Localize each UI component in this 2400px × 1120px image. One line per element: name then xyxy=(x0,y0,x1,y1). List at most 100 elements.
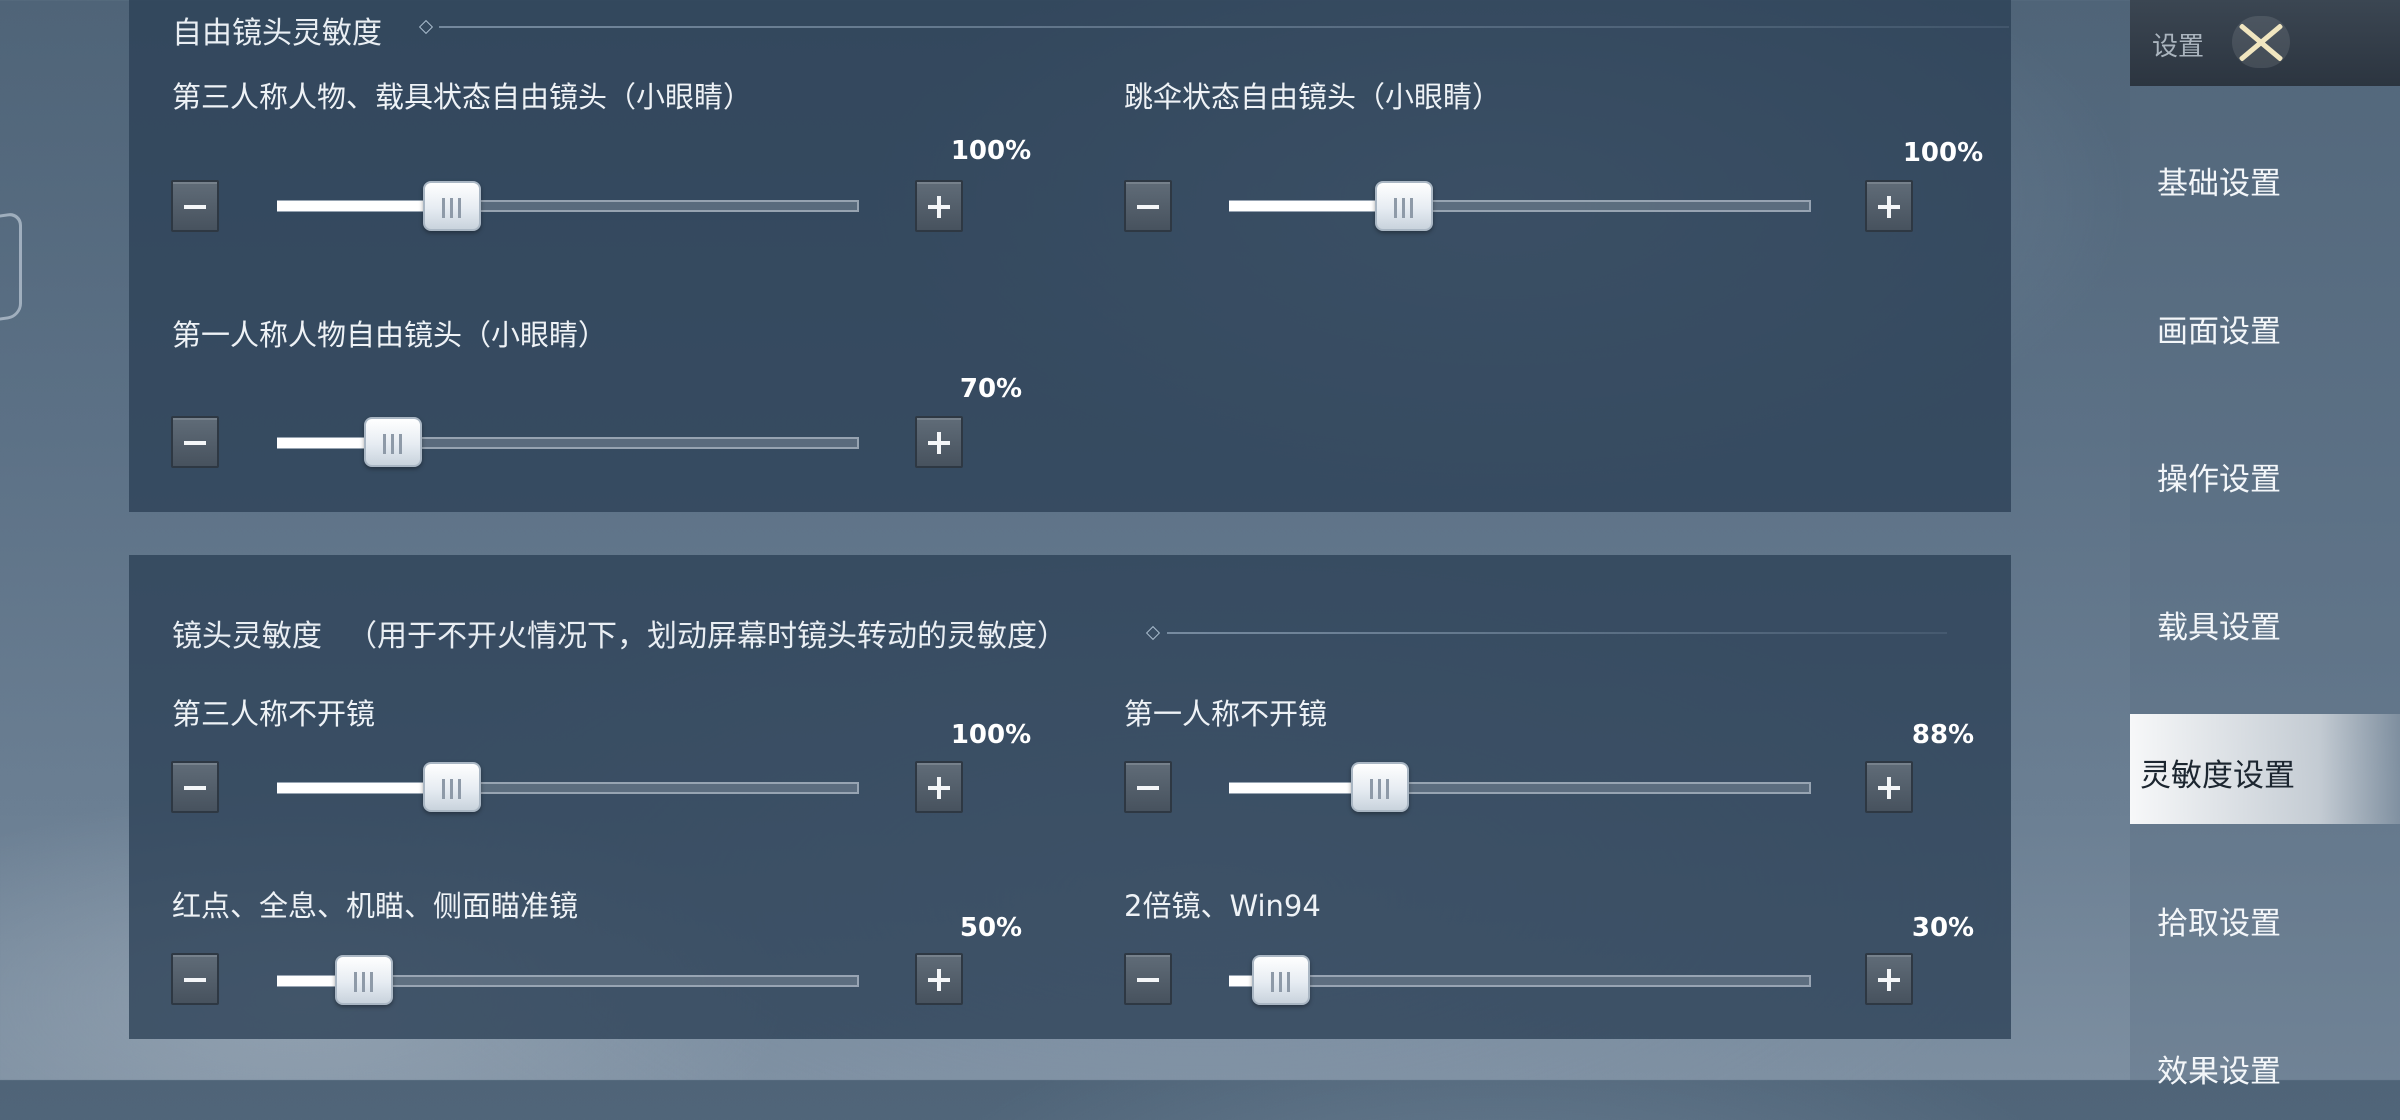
increase-button[interactable] xyxy=(915,953,963,1005)
slider-thumb[interactable] xyxy=(335,955,394,1005)
slider-value: 70% xyxy=(959,374,1023,404)
slider-value: 100% xyxy=(950,136,1032,166)
section-title: 自由镜头灵敏度 xyxy=(172,16,382,51)
increase-button[interactable] xyxy=(915,180,963,232)
sensitivity-slider[interactable] xyxy=(277,200,859,212)
free-look-panel: 自由镜头灵敏度 第三人称人物、载具状态自由镜头（小眼睛） 100% 跳伞状态自由… xyxy=(129,0,2011,512)
grip-lines-icon xyxy=(441,198,445,218)
grip-lines-icon xyxy=(383,434,387,454)
nav-item-label: 操作设置 xyxy=(2157,462,2281,498)
slider-value: 88% xyxy=(1911,720,1975,750)
minus-icon xyxy=(1137,786,1159,790)
nav-item-pickup[interactable]: 拾取设置 xyxy=(2130,862,2400,972)
plus-icon-vertical xyxy=(1887,777,1891,799)
nav-item-label: 灵敏度设置 xyxy=(2140,758,2295,794)
minus-icon xyxy=(184,786,206,790)
plus-icon-vertical xyxy=(1887,969,1891,991)
slider-thumb[interactable] xyxy=(1252,955,1311,1005)
nav-item-label: 基础设置 xyxy=(2157,166,2281,202)
minus-icon xyxy=(184,205,206,209)
sensitivity-slider[interactable] xyxy=(1229,200,1811,212)
nav-item-controls[interactable]: 操作设置 xyxy=(2130,418,2400,528)
grip-line xyxy=(391,434,395,454)
nav-item-graphics[interactable]: 画面设置 xyxy=(2130,270,2400,380)
increase-button[interactable] xyxy=(1865,953,1913,1005)
slider-label: 第三人称不开镜 xyxy=(172,697,376,731)
decrease-button[interactable] xyxy=(1124,761,1172,813)
grip-line xyxy=(362,972,366,992)
minus-icon xyxy=(1137,205,1159,209)
slider-value: 100% xyxy=(1902,138,1984,168)
title-divider xyxy=(439,26,2009,28)
sensitivity-slider[interactable] xyxy=(1229,975,1811,987)
decrease-button[interactable] xyxy=(1124,180,1172,232)
plus-icon-vertical xyxy=(937,777,941,799)
grip-line xyxy=(1287,972,1291,992)
grip-lines-icon xyxy=(441,779,445,799)
decrease-button[interactable] xyxy=(171,416,219,468)
decrease-button[interactable] xyxy=(171,953,219,1005)
diamond-icon xyxy=(418,19,434,35)
slider-thumb[interactable] xyxy=(1351,762,1410,812)
slider-value: 50% xyxy=(959,913,1023,943)
increase-button[interactable] xyxy=(1865,180,1913,232)
grip-line xyxy=(449,198,453,218)
slider-value: 100% xyxy=(950,720,1032,750)
slider-thumb[interactable] xyxy=(1374,181,1433,231)
nav-item-label: 画面设置 xyxy=(2157,314,2281,350)
slider-thumb[interactable] xyxy=(364,417,423,467)
nav-item-sensitivity[interactable]: 灵敏度设置 xyxy=(2130,714,2400,824)
plus-icon-vertical xyxy=(1887,196,1891,218)
grip-line xyxy=(1401,198,1405,218)
diamond-icon xyxy=(1145,625,1161,641)
sidebar-header: 设置 xyxy=(2130,0,2400,86)
nav-item-label: 拾取设置 xyxy=(2157,906,2281,942)
plus-icon-vertical xyxy=(937,196,941,218)
slider-thumb[interactable] xyxy=(422,762,481,812)
slider-thumb[interactable] xyxy=(422,181,481,231)
decrease-button[interactable] xyxy=(171,180,219,232)
grip-lines-icon xyxy=(1393,198,1397,218)
grip-line xyxy=(457,198,461,218)
increase-button[interactable] xyxy=(915,761,963,813)
slider-label: 第一人称人物自由镜头（小眼睛） xyxy=(172,318,608,352)
slider-label: 跳伞状态自由镜头（小眼睛） xyxy=(1124,80,1502,114)
settings-title: 设置 xyxy=(2152,32,2205,62)
minus-icon xyxy=(184,441,206,445)
nav-item-basic[interactable]: 基础设置 xyxy=(2130,122,2400,232)
plus-icon-vertical xyxy=(937,969,941,991)
side-hex-decoration xyxy=(0,211,22,325)
grip-line xyxy=(1378,779,1382,799)
title-divider xyxy=(1167,632,1947,634)
nav-item-effects[interactable]: 效果设置 xyxy=(2130,1010,2400,1120)
section-subtitle: （用于不开火情况下，划动屏幕时镜头转动的灵敏度） xyxy=(347,619,1067,654)
nav-item-label: 载具设置 xyxy=(2157,610,2281,646)
close-x-icon[interactable] xyxy=(2232,16,2290,68)
slider-label: 第三人称人物、载具状态自由镜头（小眼睛） xyxy=(172,80,753,114)
decrease-button[interactable] xyxy=(171,761,219,813)
grip-lines-icon xyxy=(354,972,358,992)
grip-line xyxy=(1279,972,1283,992)
increase-button[interactable] xyxy=(1865,761,1913,813)
grip-lines-icon xyxy=(1271,972,1275,992)
plus-icon-vertical xyxy=(937,432,941,454)
nav-item-label: 效果设置 xyxy=(2157,1054,2281,1090)
sensitivity-slider[interactable] xyxy=(277,782,859,794)
slider-label: 2倍镜、Win94 xyxy=(1124,889,1321,923)
slider-value: 30% xyxy=(1911,913,1975,943)
camera-sensitivity-panel: 镜头灵敏度 （用于不开火情况下，划动屏幕时镜头转动的灵敏度） 第三人称不开镜 1… xyxy=(129,555,2011,1039)
grip-line xyxy=(457,779,461,799)
nav-item-vehicle[interactable]: 载具设置 xyxy=(2130,566,2400,676)
grip-lines-icon xyxy=(1370,779,1374,799)
sensitivity-slider[interactable] xyxy=(1229,782,1811,794)
grip-line xyxy=(1409,198,1413,218)
decrease-button[interactable] xyxy=(1124,953,1172,1005)
grip-line xyxy=(399,434,403,454)
grip-line xyxy=(370,972,374,992)
minus-icon xyxy=(184,978,206,982)
section-title: 镜头灵敏度 xyxy=(172,619,322,654)
settings-sidebar: 设置 基础设置 画面设置 操作设置 载具设置 灵敏度设置 拾取设置 效果设置 xyxy=(2130,0,2400,1090)
increase-button[interactable] xyxy=(915,416,963,468)
slider-label: 红点、全息、机瞄、侧面瞄准镜 xyxy=(172,889,579,923)
slider-label: 第一人称不开镜 xyxy=(1124,697,1328,731)
